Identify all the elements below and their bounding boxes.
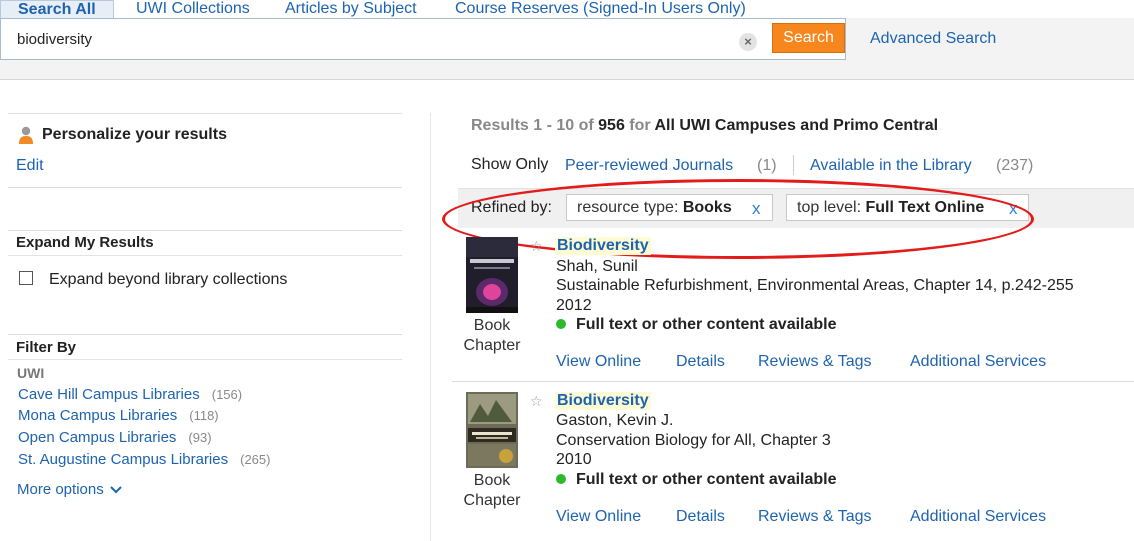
- result-author: Shah, Sunil: [556, 258, 638, 275]
- view-online-link[interactable]: View Online: [556, 353, 641, 371]
- result-separator: [452, 381, 1134, 382]
- result-author: Gaston, Kevin J.: [556, 412, 674, 429]
- facet-label[interactable]: Open Campus Libraries: [18, 429, 176, 446]
- facet-mona[interactable]: Mona Campus Libraries (118): [18, 407, 219, 424]
- availability-status: Full text or other content available: [556, 316, 837, 334]
- facet-count: (156): [211, 387, 243, 402]
- star-icon[interactable]: ☆: [530, 393, 543, 410]
- result-year: 2010: [556, 451, 592, 468]
- result-source: Sustainable Refurbishment, Environmental…: [556, 277, 1074, 294]
- additional-services-link[interactable]: Additional Services: [910, 353, 1046, 371]
- availability-text: Full text or other content available: [576, 471, 837, 488]
- show-only-separator: [793, 155, 794, 175]
- type-line: Chapter: [463, 337, 521, 354]
- type-line: Book: [473, 472, 511, 489]
- result-source: Conservation Biology for All, Chapter 3: [556, 432, 831, 449]
- personalize-title: Personalize your results: [42, 126, 227, 143]
- show-only-peer-reviewed[interactable]: Peer-reviewed Journals: [565, 157, 733, 175]
- peer-reviewed-count: (1): [757, 157, 777, 174]
- facet-open-campus[interactable]: Open Campus Libraries (93): [18, 429, 212, 446]
- search-input[interactable]: biodiversity × Search: [0, 18, 846, 60]
- facet-label[interactable]: St. Augustine Campus Libraries: [18, 451, 228, 468]
- book-cover-thumbnail[interactable]: [466, 392, 518, 468]
- reviews-tags-link[interactable]: Reviews & Tags: [758, 353, 872, 371]
- search-query-text[interactable]: biodiversity: [17, 31, 92, 48]
- filter-by-title: Filter By: [16, 339, 77, 356]
- result-title-link[interactable]: Biodiversity: [555, 237, 651, 255]
- facet-count: (265): [240, 452, 271, 467]
- expand-beyond-checkbox[interactable]: [19, 271, 33, 285]
- available-dot-icon: [556, 319, 566, 329]
- result-title-link[interactable]: Biodiversity: [555, 392, 651, 410]
- availability-status: Full text or other content available: [556, 471, 837, 489]
- result-year: 2012: [556, 297, 592, 314]
- tab-uwi-collections[interactable]: UWI Collections: [136, 0, 250, 18]
- book-cover-thumbnail[interactable]: [466, 237, 518, 313]
- facet-group-label: UWI: [17, 365, 45, 381]
- results-for: for: [624, 117, 655, 134]
- show-only-available[interactable]: Available in the Library: [810, 157, 972, 175]
- available-count: (237): [996, 157, 1034, 174]
- facet-label[interactable]: Mona Campus Libraries: [18, 407, 177, 424]
- details-link[interactable]: Details: [676, 353, 725, 371]
- facet-cave-hill[interactable]: Cave Hill Campus Libraries (156): [18, 386, 242, 403]
- availability-text: Full text or other content available: [576, 316, 837, 333]
- facet-count: (93): [188, 430, 212, 445]
- chevron-down-icon: [110, 486, 122, 494]
- type-line: Chapter: [463, 492, 521, 509]
- user-icon: [19, 126, 33, 144]
- expand-beyond-label[interactable]: Expand beyond library collections: [49, 271, 287, 289]
- show-only-label: Show Only: [471, 156, 549, 173]
- additional-services-link[interactable]: Additional Services: [910, 508, 1046, 526]
- search-scope-tabs: Search All UWI Collections Articles by S…: [0, 0, 800, 18]
- available-dot-icon: [556, 474, 566, 484]
- star-icon[interactable]: ☆: [530, 238, 543, 255]
- personalize-panel: [8, 113, 402, 188]
- column-divider: [430, 113, 431, 541]
- clear-search-icon[interactable]: ×: [739, 33, 757, 51]
- more-options-link[interactable]: More options: [17, 481, 122, 498]
- resource-type-label: Book Chapter: [452, 471, 532, 511]
- facet-count: (118): [189, 408, 219, 423]
- tab-search-all[interactable]: Search All: [0, 0, 114, 18]
- facet-st-augustine[interactable]: St. Augustine Campus Libraries (265): [18, 451, 270, 468]
- type-line: Book: [473, 317, 511, 334]
- resource-type-label: Book Chapter: [452, 316, 532, 356]
- tab-course-reserves[interactable]: Course Reserves (Signed-In Users Only): [455, 0, 746, 18]
- more-options-label[interactable]: More options: [17, 481, 104, 498]
- advanced-search-link[interactable]: Advanced Search: [870, 30, 996, 48]
- search-button[interactable]: Search: [772, 23, 845, 53]
- facet-label[interactable]: Cave Hill Campus Libraries: [18, 386, 200, 403]
- results-total: 956: [598, 117, 625, 134]
- details-link[interactable]: Details: [676, 508, 725, 526]
- results-range: Results 1 - 10 of: [471, 117, 599, 134]
- results-scope: All UWI Campuses and Primo Central: [654, 117, 939, 134]
- view-online-link[interactable]: View Online: [556, 508, 641, 526]
- tab-articles-by-subject[interactable]: Articles by Subject: [285, 0, 417, 18]
- personalize-edit-link[interactable]: Edit: [16, 157, 44, 175]
- expand-results-title: Expand My Results: [16, 234, 154, 251]
- reviews-tags-link[interactable]: Reviews & Tags: [758, 508, 872, 526]
- results-summary: Results 1 - 10 of 956 for All UWI Campus…: [471, 117, 938, 135]
